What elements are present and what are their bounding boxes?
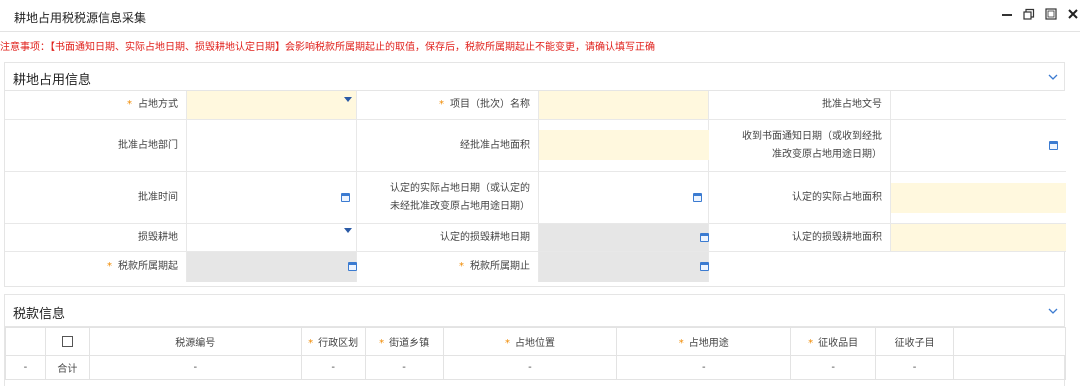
approval-doc-label: 批准占地文号 — [709, 91, 891, 120]
chevron-down-icon[interactable] — [1048, 307, 1058, 315]
column-header: * 征收品目 — [790, 327, 877, 356]
table-cell: - — [616, 355, 792, 380]
actual-date-input[interactable] — [539, 172, 709, 224]
column-header: * 占地用途 — [616, 327, 792, 356]
damaged-land-select[interactable] — [187, 224, 357, 252]
table-cell-empty — [953, 355, 1066, 380]
approval-time-input[interactable] — [187, 172, 357, 224]
period-start-input[interactable] — [187, 252, 357, 282]
tax-info-header[interactable]: 税款信息 — [5, 295, 1064, 327]
approval-dept-label: 批准占地部门 — [5, 120, 187, 172]
tax-info-section: 税款信息 税源编号 * 行政区划 * 街道乡镇 * 占地位置 * 占地用途 * 征收品目 … — [4, 294, 1066, 386]
table-cell: - — [442, 355, 618, 380]
approved-area-label: 经批准占地面积 — [357, 120, 539, 172]
calendar-icon[interactable] — [700, 262, 709, 271]
select-all-checkbox[interactable] — [61, 335, 73, 347]
approval-dept-input[interactable] — [187, 120, 357, 172]
window-title: 耕地占用税税源信息采集 — [14, 11, 147, 25]
actual-area-cell — [891, 172, 1066, 224]
damaged-land-label: 损毁耕地 — [5, 224, 187, 252]
actual-date-label: 认定的实际占地日期（或认定的 未经批准改变原占地用途日期） — [357, 172, 539, 224]
project-name-label: * 项目（批次）名称 — [357, 91, 539, 120]
column-header: * 街道乡镇 — [364, 327, 444, 356]
notice-text: 注意事项：【书面通知日期、实际占地日期、损毁耕地认定日期】会影响税款所属期起止的… — [0, 42, 655, 53]
total-label: 合计 — [44, 355, 90, 380]
table-cell: - — [875, 355, 955, 380]
window-controls — [1001, 8, 1080, 21]
calendar-icon[interactable] — [348, 262, 357, 271]
table-cell: - — [88, 355, 302, 380]
column-header: * 占地位置 — [442, 327, 618, 356]
column-header: 税源编号 — [88, 327, 302, 356]
calendar-icon[interactable] — [700, 233, 709, 242]
dropdown-arrow-icon — [344, 97, 352, 102]
column-header: 征收子目 — [875, 327, 955, 356]
notice-date-input[interactable] — [891, 120, 1066, 172]
header-select-all[interactable] — [44, 327, 90, 356]
approval-time-label: 批准时间 — [5, 172, 187, 224]
restore-icon[interactable] — [1023, 8, 1036, 21]
period-end-input[interactable] — [539, 252, 709, 282]
calendar-icon[interactable] — [693, 193, 702, 202]
header-empty-cell — [953, 327, 1066, 356]
tax-table-header-row: 税源编号 * 行政区划 * 街道乡镇 * 占地位置 * 占地用途 * 征收品目 征收子目 — [5, 327, 1066, 356]
dropdown-arrow-icon — [344, 228, 352, 233]
table-cell: - — [300, 355, 366, 380]
period-end-label: * 税款所属期止 — [357, 252, 539, 282]
minimize-icon[interactable] — [1001, 8, 1014, 21]
approval-doc-input[interactable] — [891, 91, 1066, 120]
table-row-total: - 合计 - - - - - - - — [5, 355, 1066, 380]
approved-area-input[interactable] — [539, 130, 709, 160]
project-name-input[interactable] — [539, 91, 709, 120]
notice-date-label: 收到书面通知日期（或收到经批 准改变原占地用途日期） — [709, 120, 891, 172]
damaged-area-label: 认定的损毁耕地面积 — [709, 224, 891, 252]
section-title: 税款信息 — [13, 307, 66, 322]
tax-table: 税源编号 * 行政区划 * 街道乡镇 * 占地位置 * 占地用途 * 征收品目 征收子目 … — [5, 327, 1066, 380]
actual-area-label: 认定的实际占地面积 — [709, 172, 891, 224]
land-method-label: * 占地方式 — [5, 91, 187, 120]
land-method-select[interactable] — [187, 91, 357, 120]
chevron-down-icon[interactable] — [1048, 73, 1058, 81]
section-title: 耕地占用信息 — [13, 73, 92, 88]
header-marker-cell — [5, 327, 46, 356]
maximize-icon[interactable] — [1045, 8, 1058, 21]
window-titlebar: 耕地占用税税源信息采集 — [0, 0, 1080, 32]
table-cell: - — [364, 355, 444, 380]
row-marker: - — [5, 355, 46, 380]
close-icon[interactable] — [1067, 8, 1080, 21]
table-cell: - — [790, 355, 877, 380]
calendar-icon[interactable] — [341, 193, 350, 202]
damaged-date-label: 认定的损毁耕地日期 — [357, 224, 539, 252]
land-occupation-header[interactable]: 耕地占用信息 — [5, 63, 1064, 91]
column-header: * 行政区划 — [300, 327, 366, 356]
actual-area-input[interactable] — [891, 183, 1066, 213]
damaged-area-input[interactable] — [891, 224, 1066, 252]
land-occupation-section: 耕地占用信息 * 占地方式 * 项目（批次）名称 批准占地文号 批准占地部门 经批准… — [4, 62, 1066, 287]
damaged-date-input[interactable] — [539, 224, 709, 252]
approved-area-cell — [539, 120, 709, 172]
calendar-icon[interactable] — [1049, 141, 1058, 150]
period-start-label: * 税款所属期起 — [5, 252, 187, 282]
